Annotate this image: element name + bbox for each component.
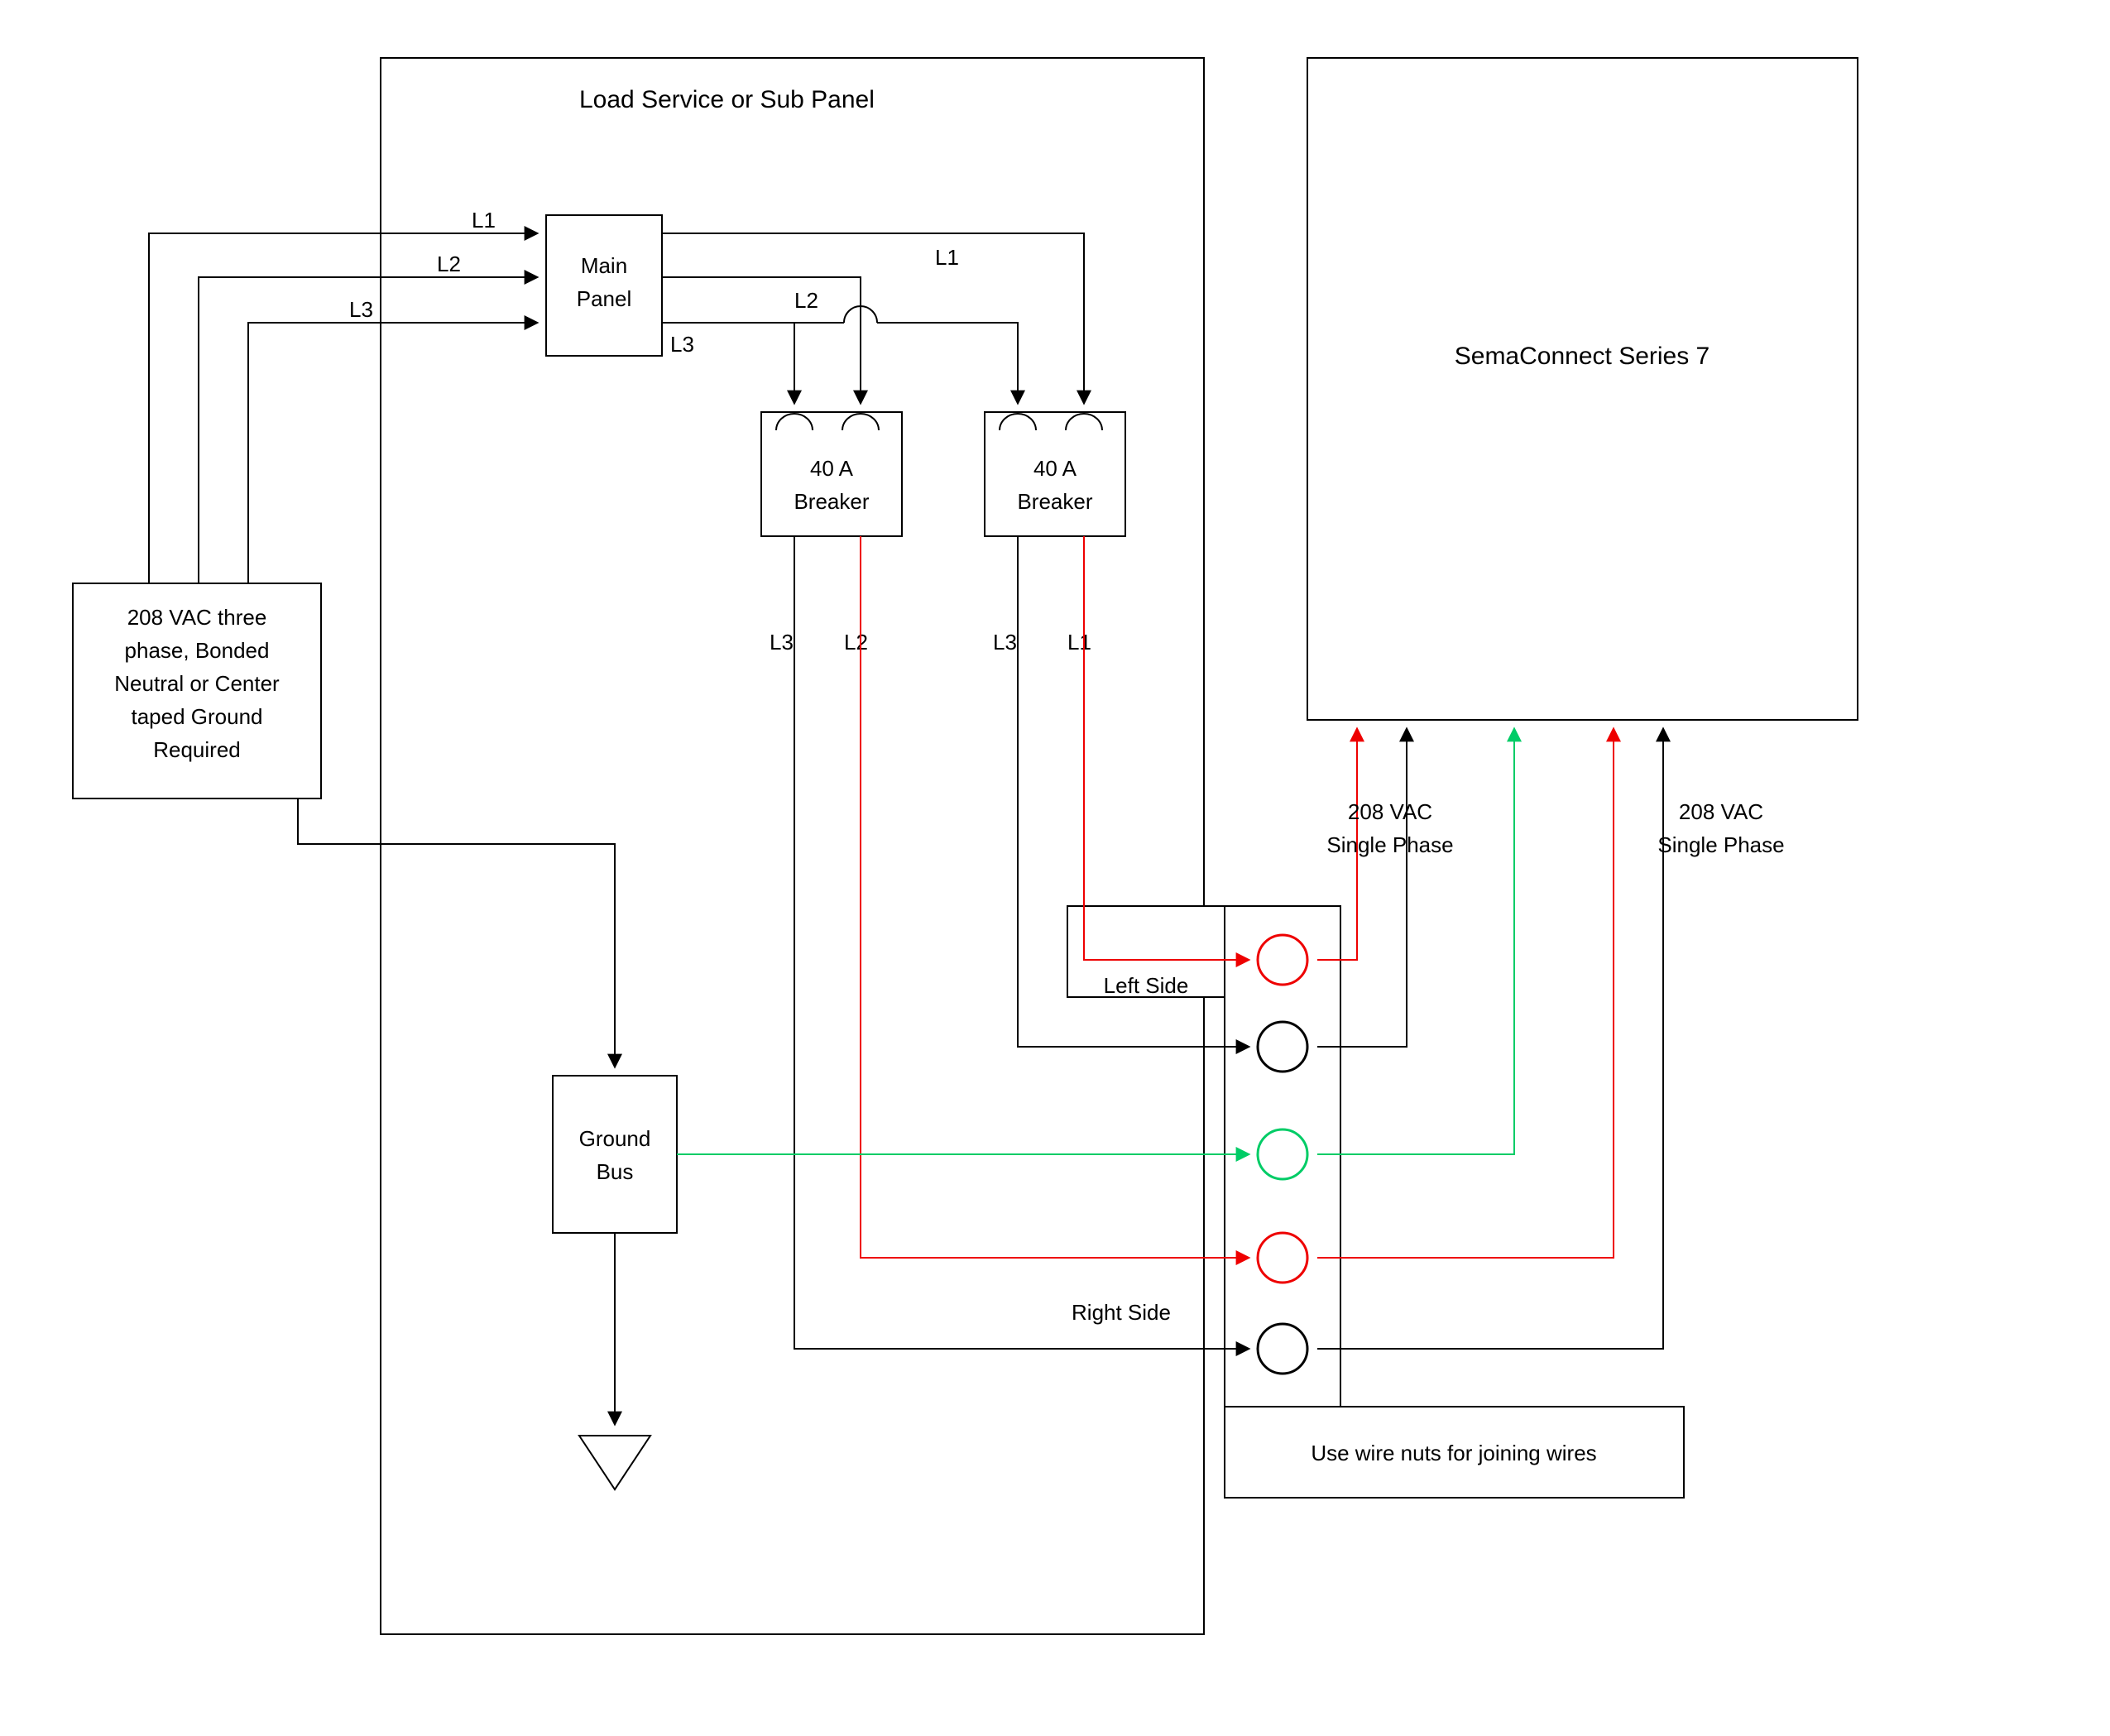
load-panel-box	[381, 58, 1204, 1634]
breaker-right-l1: 40 A	[1033, 456, 1077, 481]
supply-line5: Required	[153, 737, 241, 762]
wiring-diagram: Load Service or Sub Panel 208 VAC three …	[0, 0, 2110, 1736]
ground-bus-l2: Bus	[597, 1159, 634, 1184]
wire-out-green	[1317, 730, 1514, 1154]
ground-bus-box	[553, 1076, 677, 1233]
phase-a-l1: 208 VAC	[1348, 799, 1432, 824]
junction-box	[1225, 906, 1340, 1407]
label-supply-l2: L2	[437, 252, 461, 276]
label-main-l2: L2	[794, 288, 818, 313]
label-main-l3: L3	[670, 332, 694, 357]
supply-line2: phase, Bonded	[125, 638, 270, 663]
label-main-l1: L1	[935, 245, 959, 270]
main-panel-l2: Panel	[577, 286, 632, 311]
right-side-label: Right Side	[1072, 1300, 1171, 1325]
ground-bus-l1: Ground	[579, 1126, 651, 1151]
breaker-right-l2: Breaker	[1017, 489, 1092, 514]
phase-a-l2: Single Phase	[1326, 832, 1453, 857]
label-supply-l3: L3	[349, 297, 373, 322]
supply-line4: taped Ground	[131, 704, 262, 729]
phase-b-l2: Single Phase	[1657, 832, 1784, 857]
semaconnect-box	[1307, 58, 1858, 720]
breaker-right-out-l3: L3	[993, 630, 1017, 655]
breaker-left-l1: 40 A	[810, 456, 854, 481]
breaker-left-out-l3: L3	[770, 630, 794, 655]
phase-b-l1: 208 VAC	[1679, 799, 1763, 824]
semaconnect-title: SemaConnect Series 7	[1455, 343, 1710, 370]
supply-line1: 208 VAC three	[127, 605, 267, 630]
breaker-right-out-l1: L1	[1067, 630, 1091, 655]
label-supply-l1: L1	[472, 208, 496, 233]
supply-line3: Neutral or Center	[114, 671, 280, 696]
load-panel-title: Load Service or Sub Panel	[579, 86, 875, 113]
main-panel-box	[546, 215, 662, 356]
left-side-label: Left Side	[1104, 973, 1189, 998]
wire-nuts-label: Use wire nuts for joining wires	[1311, 1441, 1596, 1465]
breaker-left-out-l2: L2	[844, 630, 868, 655]
main-panel-l1: Main	[581, 253, 627, 278]
breaker-left-l2: Breaker	[794, 489, 869, 514]
